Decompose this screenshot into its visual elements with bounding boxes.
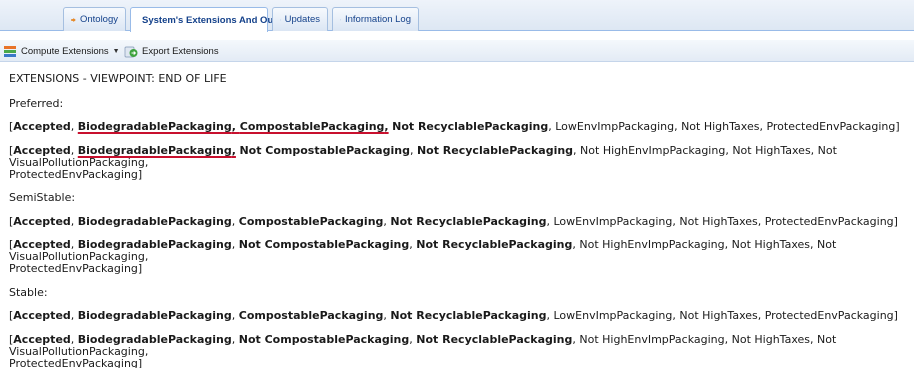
compute-grid-icon [4,45,16,57]
compute-extensions-button[interactable]: Compute Extensions ▼ [3,43,120,59]
tab-label: Information Log [344,14,411,25]
toolbar: Compute Extensions ▼ Export Extensions [0,40,914,62]
export-extensions-label: Export Extensions [142,45,219,57]
tab-updates[interactable]: Updates [272,7,328,31]
tab-label: System's Extensions And Output [142,14,292,26]
section-title-semistable: SemiStable: [9,191,76,204]
export-extensions-button[interactable]: Export Extensions [124,43,219,59]
section-title-stable: Stable: [9,286,48,299]
window-log-icon [340,19,341,20]
viewpoint-heading: EXTENSIONS - VIEWPOINT: END OF LIFE [9,72,227,85]
tab-systems-extensions[interactable]: System's Extensions And Output [130,7,291,32]
extension-line: [Accepted, BiodegradablePackaging, Not C… [9,144,837,181]
extension-line: [Accepted, BiodegradablePackaging, Not C… [9,238,837,275]
section-title-preferred: Preferred: [9,97,64,110]
extension-line: [Accepted, BiodegradablePackaging, Compo… [9,215,898,228]
tab-information-log[interactable]: Information Log [332,7,419,31]
extension-line: [Accepted, BiodegradablePackaging, Not C… [9,333,837,368]
chevron-down-icon: ▼ [112,47,120,55]
tab-ontology[interactable]: Ontology [63,7,126,31]
arrow-right-icon [71,17,76,22]
tab-strip: Ontology System's Extensions And Output … [0,0,914,32]
compute-extensions-label: Compute Extensions [21,45,109,57]
extension-line: [Accepted, BiodegradablePackaging, Compo… [9,309,898,322]
tab-label: Updates [284,14,320,25]
extension-line: [Accepted, BiodegradablePackaging, Compo… [9,120,900,133]
tab-label: Ontology [79,14,118,25]
export-icon [124,46,138,57]
refresh-icon [280,19,281,20]
